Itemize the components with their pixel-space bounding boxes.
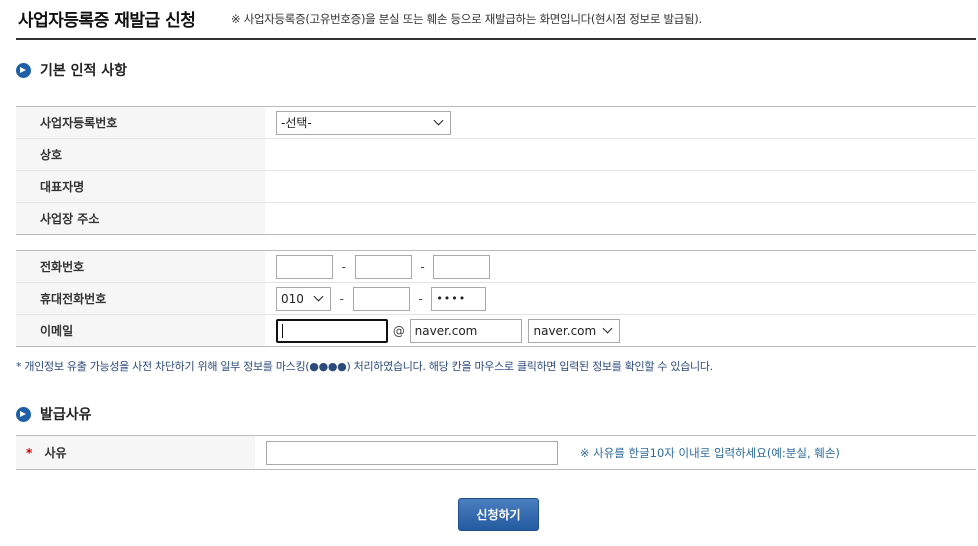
basic-info-table: 사업자등록번호 -선택- 상호 대표자명 사업장 주소: [16, 106, 976, 235]
basic-info-section-title: 기본 인적 사항: [16, 60, 127, 80]
mobile-label: 휴대전화번호: [16, 282, 265, 315]
chevron-down-icon: [313, 291, 324, 302]
table-row: 대표자명: [16, 170, 976, 203]
email-id-input[interactable]: [276, 318, 388, 343]
mobile-cell: 010 - - ••••: [265, 283, 976, 315]
reason-hint: ※ 사유를 한글10자 이내로 입력하세요(예:분실, 훼손): [579, 445, 840, 460]
address-value: [265, 203, 976, 235]
reason-table: * 사유 ※ 사유를 한글10자 이내로 입력하세요(예:분실, 훼손): [16, 435, 976, 470]
chevron-down-icon: [433, 115, 444, 126]
ceo-label: 대표자명: [16, 170, 265, 203]
phone-part1-input[interactable]: [276, 254, 333, 279]
reason-label: 사유: [44, 446, 67, 460]
reason-label-cell: * 사유: [16, 435, 255, 470]
table-row: 이메일 @ naver.com naver.com: [16, 314, 976, 347]
email-domain-select[interactable]: naver.com: [528, 318, 621, 343]
company-label: 상호: [16, 138, 265, 171]
mobile-prefix-select[interactable]: 010: [276, 286, 331, 311]
required-mark: *: [26, 446, 33, 460]
address-label: 사업장 주소: [16, 202, 265, 235]
table-row: 휴대전화번호 010 - - ••••: [16, 282, 976, 315]
biz-no-label: 사업자등록번호: [16, 106, 265, 139]
table-row: 사업자등록번호 -선택-: [16, 106, 976, 139]
email-label: 이메일: [16, 314, 265, 347]
table-row: 상호: [16, 138, 976, 171]
phone-part3-input[interactable]: [433, 254, 491, 279]
biz-no-select-value: -선택-: [281, 116, 312, 130]
mobile-separator: -: [339, 291, 344, 306]
phone-label: 전화번호: [16, 250, 265, 283]
table-row: 전화번호 - -: [16, 250, 976, 283]
mobile-separator: -: [418, 291, 423, 306]
arrow-circle-icon: [16, 406, 31, 422]
page-header: 사업자등록증 재발급 신청 ※ 사업자등록증(고유번호증)을 분실 또는 훼손 …: [16, 0, 976, 40]
reason-section-title: 발급사유: [16, 404, 92, 424]
section-title-text: 발급사유: [40, 407, 92, 423]
page-description: ※ 사업자등록증(고유번호증)을 분실 또는 훼손 등으로 재발급하는 화면입니…: [231, 12, 702, 26]
contact-table: 전화번호 - - 휴대전화번호 010 - - •••• 이메일 @ naver…: [16, 250, 976, 347]
phone-separator: -: [341, 259, 346, 274]
phone-separator: -: [420, 259, 425, 274]
email-domain-select-value: naver.com: [533, 323, 597, 338]
page-title: 사업자등록증 재발급 신청: [18, 11, 196, 31]
phone-part2-input[interactable]: [354, 254, 412, 279]
company-value: [265, 139, 976, 171]
reason-input[interactable]: [266, 440, 558, 465]
email-cell: @ naver.com naver.com: [265, 315, 976, 347]
email-at-sign: @: [392, 323, 405, 338]
biz-no-cell: -선택-: [265, 107, 976, 139]
arrow-circle-icon: [16, 62, 31, 78]
mobile-last-input[interactable]: ••••: [431, 286, 487, 311]
email-domain-input[interactable]: naver.com: [409, 318, 522, 343]
masking-notice: * 개인정보 유출 가능성을 사전 차단하기 위해 일부 정보를 마스킹(●●●…: [16, 360, 713, 373]
text-cursor: [282, 323, 283, 338]
chevron-down-icon: [603, 323, 613, 334]
table-row: * 사유 ※ 사유를 한글10자 이내로 입력하세요(예:분실, 훼손): [16, 435, 976, 470]
mobile-middle-input[interactable]: [352, 286, 410, 311]
phone-cell: - -: [265, 251, 976, 283]
mobile-prefix-value: 010: [281, 291, 304, 306]
reason-cell: ※ 사유를 한글10자 이내로 입력하세요(예:분실, 훼손): [255, 436, 976, 470]
biz-no-select[interactable]: -선택-: [276, 110, 451, 135]
table-row: 사업장 주소: [16, 202, 976, 235]
submit-button[interactable]: 신청하기: [458, 498, 539, 531]
ceo-value: [265, 171, 976, 203]
section-title-text: 기본 인적 사항: [40, 63, 128, 79]
